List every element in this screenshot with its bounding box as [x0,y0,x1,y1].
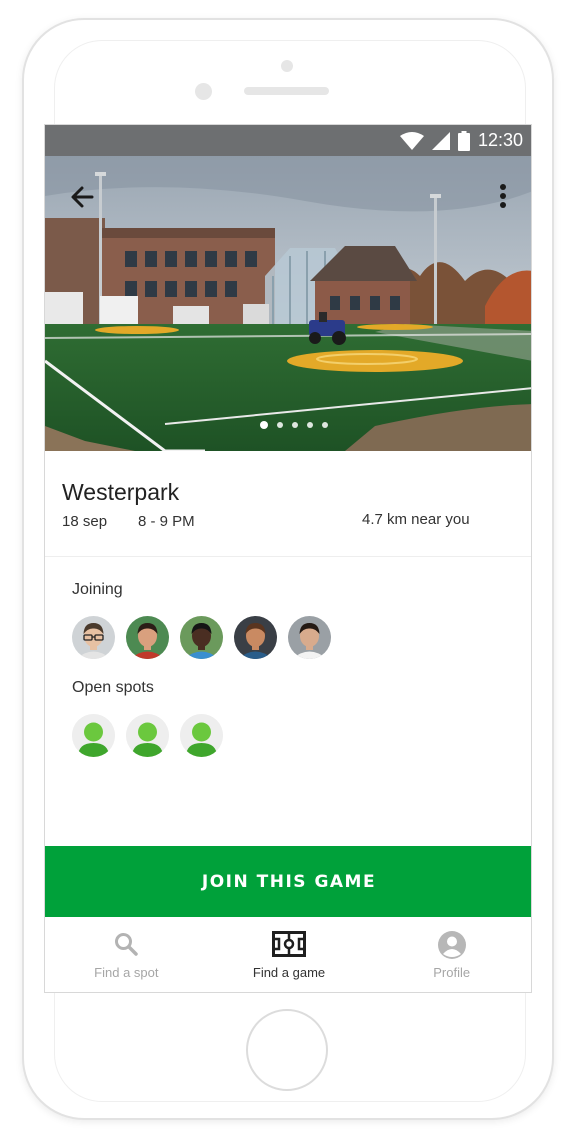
battery-icon [457,130,470,151]
field-icon [272,931,306,957]
player-avatar[interactable] [234,616,277,659]
home-button[interactable] [246,1009,328,1091]
game-time: 8 - 9 PM [138,513,195,530]
player-avatar[interactable] [288,616,331,659]
more-options-icon[interactable] [491,180,515,214]
gallery-dot[interactable] [322,422,328,428]
gallery-dot[interactable] [260,421,268,429]
phone-camera [195,83,212,100]
bottom-navigation: Find a spot Find a game Profile [45,917,531,992]
status-time: 12:30 [477,130,523,150]
game-date: 18 sep [62,513,108,530]
nav-label-find-a-spot: Find a spot [94,965,159,980]
join-game-button[interactable]: JOIN THIS GAME [45,846,531,917]
open-spot-avatar[interactable] [72,714,115,757]
nav-label-find-a-game: Find a game [252,965,326,980]
back-arrow-icon[interactable] [65,180,99,214]
venue-photo[interactable] [45,156,531,451]
venue-name: Westerpark [62,479,180,505]
nav-find-a-spot[interactable]: Find a spot [45,917,208,992]
open-spots-list [72,714,223,757]
gallery-dot[interactable] [277,422,283,428]
joining-players [72,616,331,659]
app-screen: 12:30 Westerpark 18 sep 8 - 9 PM 4.7 km … [44,124,532,993]
nav-label-profile: Profile [433,965,471,980]
phone-speaker [244,87,329,95]
open-spots-label: Open spots [72,679,154,696]
cell-signal-icon [431,131,450,150]
gallery-pagination[interactable] [45,421,531,429]
wifi-icon [399,131,424,150]
gallery-dot[interactable] [292,422,298,428]
phone-sensor [281,60,293,72]
player-avatar[interactable] [72,616,115,659]
game-info: Westerpark 18 sep 8 - 9 PM 4.7 km near y… [45,451,531,557]
open-spot-avatar[interactable] [126,714,169,757]
search-icon [115,933,139,956]
nav-profile[interactable]: Profile [370,917,531,992]
game-distance: 4.7 km near you [362,511,470,528]
profile-icon [437,931,466,959]
joining-label: Joining [72,581,123,598]
open-spot-avatar[interactable] [180,714,223,757]
status-bar: 12:30 [45,125,531,156]
nav-find-a-game[interactable]: Find a game [208,917,371,992]
player-avatar[interactable] [126,616,169,659]
player-avatar[interactable] [180,616,223,659]
gallery-dot[interactable] [307,422,313,428]
